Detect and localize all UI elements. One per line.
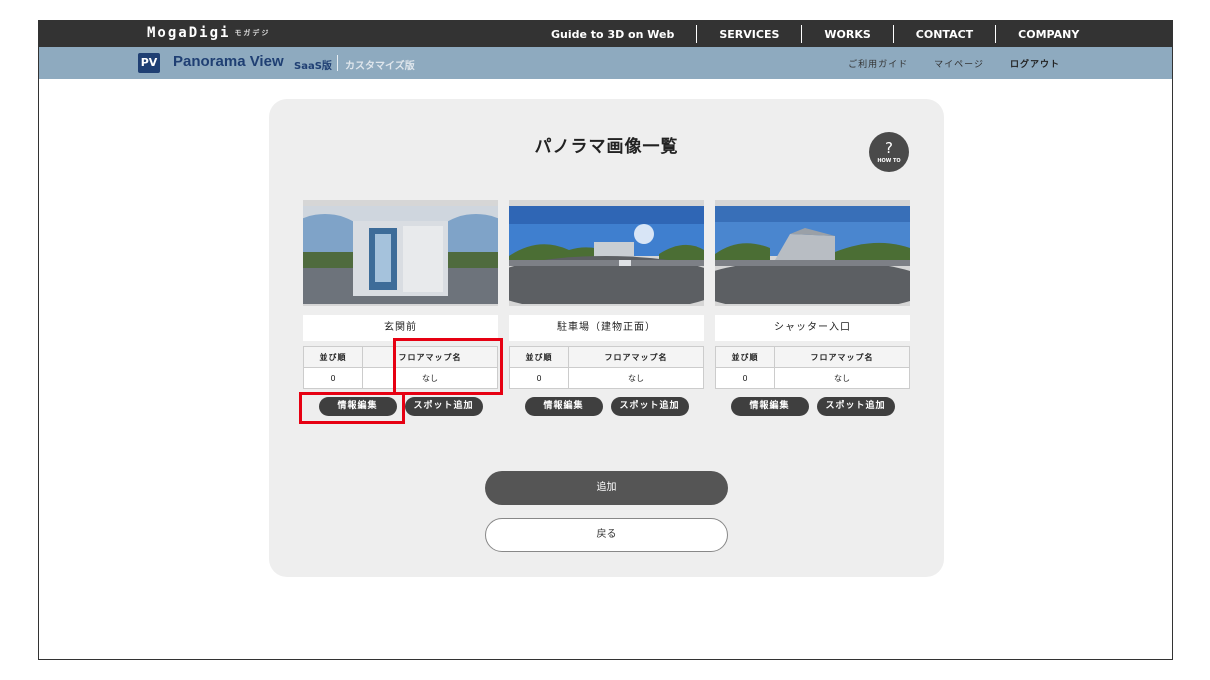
panorama-image	[303, 206, 498, 304]
floormap-value: なし	[568, 367, 704, 389]
floormap-value: なし	[774, 367, 910, 389]
panorama-name: 駐車場（建物正面）	[509, 315, 704, 341]
edit-info-button[interactable]: 情報編集	[730, 397, 809, 416]
floormap-column-header: フロアマップ名	[774, 346, 910, 368]
nav-works-link[interactable]: WORKS	[802, 28, 892, 41]
order-value: 0	[714, 367, 776, 389]
panorama-list-card: パノラマ画像一覧 ? HOW TO 玄関前 並び順 フロアマップ名 0 なし 情…	[269, 99, 944, 577]
panorama-image	[715, 206, 910, 304]
floormap-value: なし	[362, 367, 498, 389]
browser-viewport: MogaDigi モガデジ Guide to 3D on Web SERVICES…	[38, 20, 1173, 660]
edit-info-button[interactable]: 情報編集	[318, 397, 397, 416]
panorama-thumbnail[interactable]	[715, 200, 910, 306]
nav-services-link[interactable]: SERVICES	[697, 28, 801, 41]
app-subheader: PV Panorama View SaaS版 カスタマイズ版 ご利用ガイド マイ…	[39, 47, 1172, 79]
table-header-row: 並び順 フロアマップ名	[508, 346, 704, 368]
panorama-item: 駐車場（建物正面） 並び順 フロアマップ名 0 なし 情報編集 スポット追加	[508, 200, 704, 416]
item-actions: 情報編集 スポット追加	[715, 397, 910, 416]
table-header-row: 並び順 フロアマップ名	[714, 346, 910, 368]
page-title: パノラマ画像一覧	[534, 137, 679, 157]
add-spot-button[interactable]: スポット追加	[816, 397, 895, 416]
pv-logo-badge[interactable]: PV	[138, 53, 160, 73]
item-actions: 情報編集 スポット追加	[509, 397, 704, 416]
panorama-image	[509, 206, 704, 304]
table-row: 0 なし	[714, 367, 910, 389]
top-navbar: MogaDigi モガデジ Guide to 3D on Web SERVICES…	[39, 21, 1172, 47]
panorama-item: シャッター入口 並び順 フロアマップ名 0 なし 情報編集 スポット追加	[714, 200, 910, 416]
order-value: 0	[508, 367, 570, 389]
panorama-info-table: 並び順 フロアマップ名 0 なし	[508, 346, 704, 389]
add-panorama-button[interactable]: 追加	[485, 471, 728, 505]
add-spot-button[interactable]: スポット追加	[610, 397, 689, 416]
logo-text: MogaDigi	[147, 25, 231, 41]
nav-guide-link[interactable]: Guide to 3D on Web	[529, 28, 696, 41]
top-nav-links: Guide to 3D on Web SERVICES WORKS CONTAC…	[529, 21, 1101, 47]
mypage-link[interactable]: マイページ	[934, 57, 984, 70]
brand-separator	[337, 55, 338, 71]
item-actions: 情報編集 スポット追加	[303, 397, 498, 416]
floormap-column-header: フロアマップ名	[568, 346, 704, 368]
order-column-header: 並び順	[714, 346, 776, 368]
order-column-header: 並び順	[508, 346, 570, 368]
logo-subtext: モガデジ	[234, 29, 271, 37]
edit-info-button[interactable]: 情報編集	[524, 397, 603, 416]
panorama-thumbnail[interactable]	[509, 200, 704, 306]
panorama-info-table: 並び順 フロアマップ名 0 なし	[302, 346, 498, 389]
order-column-header: 並び順	[302, 346, 364, 368]
mogadigi-logo[interactable]: MogaDigi モガデジ	[147, 25, 270, 41]
table-row: 0 なし	[508, 367, 704, 389]
brand-saas-label: SaaS版	[294, 61, 332, 72]
question-icon: ?	[885, 139, 893, 157]
app-brand-name[interactable]: Panorama View	[173, 53, 284, 70]
account-nav: ご利用ガイド マイページ ログアウト	[848, 47, 1060, 79]
howto-help-button[interactable]: ? HOW TO	[869, 132, 909, 172]
howto-label: HOW TO	[877, 158, 901, 164]
panorama-name: シャッター入口	[715, 315, 910, 341]
logout-link[interactable]: ログアウト	[1010, 57, 1060, 70]
panorama-thumbnail[interactable]	[303, 200, 498, 306]
usage-guide-link[interactable]: ご利用ガイド	[848, 57, 908, 70]
panorama-info-table: 並び順 フロアマップ名 0 なし	[714, 346, 910, 389]
panorama-item: 玄関前 並び順 フロアマップ名 0 なし 情報編集 スポット追加	[302, 200, 498, 416]
nav-company-link[interactable]: COMPANY	[996, 28, 1101, 41]
nav-contact-link[interactable]: CONTACT	[894, 28, 995, 41]
table-row: 0 なし	[302, 367, 498, 389]
brand-custom-label: カスタマイズ版	[345, 61, 415, 72]
add-spot-button[interactable]: スポット追加	[404, 397, 483, 416]
order-value: 0	[302, 367, 364, 389]
table-header-row: 並び順 フロアマップ名	[302, 346, 498, 368]
panorama-name: 玄関前	[303, 315, 498, 341]
back-button[interactable]: 戻る	[485, 518, 728, 552]
floormap-column-header: フロアマップ名	[362, 346, 498, 368]
